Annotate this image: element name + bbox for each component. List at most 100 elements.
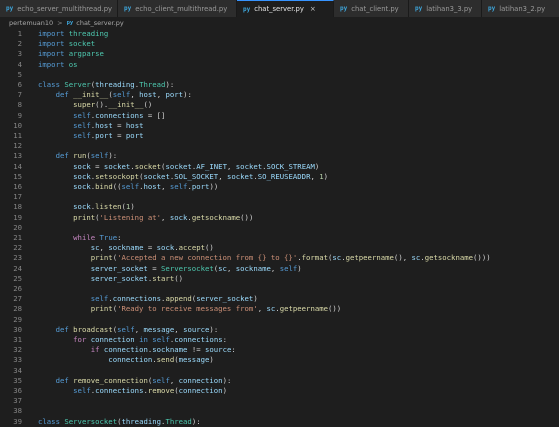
line-number: 6	[17, 80, 22, 89]
code-text: super().__init__()	[73, 100, 153, 110]
python-icon: py	[243, 5, 251, 13]
code-line[interactable]: 17	[0, 192, 559, 202]
code-text: def broadcast(self, message, source):	[55, 324, 219, 334]
tab-echo-server[interactable]: py echo_server_multithread.py	[0, 0, 118, 17]
code-text: self.connections = []	[73, 110, 166, 120]
code-line[interactable]: 39 class Serversocket(threading.Thread):	[0, 417, 559, 427]
line-number: 20	[13, 222, 22, 232]
code-line[interactable]: 2 import socket	[0, 39, 559, 49]
code-text: def remove_connection(self, connection):	[55, 375, 232, 385]
code-line[interactable]: 14 sock = socket.socket(socket.AF_INET, …	[0, 162, 559, 172]
code-line[interactable]: 3 import argparse	[0, 49, 559, 59]
line-number: 23	[13, 253, 22, 263]
tab-chat-server[interactable]: py chat_server.py ×	[237, 0, 334, 17]
code-text: server_socket = Serversocket(sc, socknam…	[90, 263, 302, 273]
code-editor[interactable]: 1 import threading 2 import socket 3 import a…	[0, 29, 559, 426]
tab-chat-client[interactable]: py chat_client.py	[334, 0, 409, 17]
code-line[interactable]: 16 sock.bind((self.host, self.port))	[0, 182, 559, 192]
breadcrumb-folder[interactable]: pertemuan10	[9, 19, 53, 27]
code-line[interactable]: 35 def remove_connection(self, connectio…	[0, 376, 559, 386]
code-line[interactable]: 38	[0, 406, 559, 416]
code-line[interactable]: 27 self.connections.append(server_socket…	[0, 294, 559, 304]
code-line[interactable]: 9 self.connections = []	[0, 111, 559, 121]
code-line[interactable]: 36 self.connections.remove(connection)	[0, 386, 559, 396]
code-text: server_socket.start()	[90, 273, 184, 283]
code-line[interactable]: 1 import threading	[0, 29, 559, 39]
chevron-right-icon: >	[57, 19, 63, 27]
python-icon: py	[124, 5, 132, 12]
line-number: 11	[13, 131, 22, 140]
breadcrumb: pertemuan10 > py chat_server.py	[0, 17, 559, 29]
code-line[interactable]: 30 def broadcast(self, message, source):	[0, 325, 559, 335]
code-line[interactable]: 22 sc, sockname = sock.accept()	[0, 243, 559, 253]
line-number: 16	[13, 182, 22, 191]
code-line[interactable]: 13 def run(self):	[0, 151, 559, 161]
code-text: class Server(threading.Thread):	[38, 80, 175, 89]
code-text: sc, sockname = sock.accept()	[90, 243, 214, 253]
code-line[interactable]: 34	[0, 366, 559, 376]
line-number: 21	[13, 233, 22, 242]
code-line[interactable]: 18 sock.listen(1)	[0, 202, 559, 212]
code-line[interactable]: 12	[0, 141, 559, 151]
breadcrumb-file[interactable]: chat_server.py	[76, 19, 124, 27]
code-line[interactable]: 6 class Server(threading.Thread):	[0, 80, 559, 90]
code-line[interactable]: 10 self.host = host	[0, 121, 559, 131]
tab-latihan3-3[interactable]: py latihan3_3.py	[409, 0, 482, 17]
code-line[interactable]: 24 server_socket = Serversocket(sc, sock…	[0, 264, 559, 274]
line-number: 29	[13, 314, 22, 324]
code-line[interactable]: 25 server_socket.start()	[0, 274, 559, 284]
code-text: for connection in self.connections:	[73, 335, 228, 344]
python-icon: py	[415, 5, 423, 12]
code-text: print('Listening at', sock.getsockname()…	[73, 212, 254, 222]
line-number: 7	[17, 90, 22, 100]
code-line[interactable]: 23 print('Accepted a new connection from…	[0, 253, 559, 263]
tab-echo-client[interactable]: py echo_client_multithread.py	[118, 0, 237, 17]
line-number: 19	[13, 212, 22, 222]
python-icon: py	[66, 20, 74, 26]
code-line[interactable]: 32 if connection.sockname != source:	[0, 345, 559, 355]
code-line[interactable]: 8 super().__init__()	[0, 100, 559, 110]
code-line[interactable]: 20	[0, 223, 559, 233]
line-number: 37	[13, 396, 22, 406]
code-line[interactable]: 5	[0, 70, 559, 80]
tab-bar: py echo_server_multithread.py py echo_clie…	[0, 0, 559, 17]
code-text: self.host = host	[73, 120, 144, 130]
line-number: 18	[13, 202, 22, 212]
code-line[interactable]: 4 import os	[0, 60, 559, 70]
code-text: print('Ready to receive messages from', …	[90, 304, 342, 314]
code-text: import socket	[38, 39, 96, 49]
line-number: 24	[13, 263, 22, 273]
line-number: 30	[13, 324, 22, 334]
python-icon: py	[340, 5, 348, 12]
code-line[interactable]: 21 while True:	[0, 233, 559, 243]
tab-latihan3-2[interactable]: py latihan3_2.py	[482, 0, 559, 17]
line-number: 34	[13, 365, 22, 375]
code-line[interactable]: 31 for connection in self.connections:	[0, 335, 559, 345]
line-number: 1	[17, 29, 22, 38]
code-text: import argparse	[38, 49, 104, 59]
code-line[interactable]: 33 connection.send(message)	[0, 355, 559, 365]
close-icon[interactable]: ×	[310, 5, 316, 13]
code-text: if connection.sockname != source:	[90, 345, 236, 355]
code-text: sock.bind((self.host, self.port))	[73, 182, 219, 191]
code-text: def run(self):	[55, 151, 118, 161]
code-text: self.connections.append(server_socket)	[90, 294, 258, 304]
line-number: 38	[13, 406, 22, 416]
code-line[interactable]: 7 def __init__(self, host, port):	[0, 90, 559, 100]
code-text: import os	[38, 59, 78, 69]
code-text: self.port = port	[73, 131, 144, 140]
line-number: 35	[13, 375, 22, 385]
code-line[interactable]: 15 sock.setsockopt(socket.SOL_SOCKET, so…	[0, 172, 559, 182]
line-number: 5	[17, 69, 22, 79]
code-line[interactable]: 28 print('Ready to receive messages from…	[0, 304, 559, 314]
code-line[interactable]: 11 self.port = port	[0, 131, 559, 141]
line-number: 10	[13, 120, 22, 130]
line-number: 2	[17, 39, 22, 49]
line-number: 27	[13, 294, 22, 304]
code-line[interactable]: 26	[0, 284, 559, 294]
code-line[interactable]: 29	[0, 315, 559, 325]
code-line[interactable]: 19 print('Listening at', sock.getsocknam…	[0, 213, 559, 223]
code-line[interactable]: 37	[0, 396, 559, 406]
line-number: 22	[13, 243, 22, 253]
line-number: 28	[13, 304, 22, 314]
